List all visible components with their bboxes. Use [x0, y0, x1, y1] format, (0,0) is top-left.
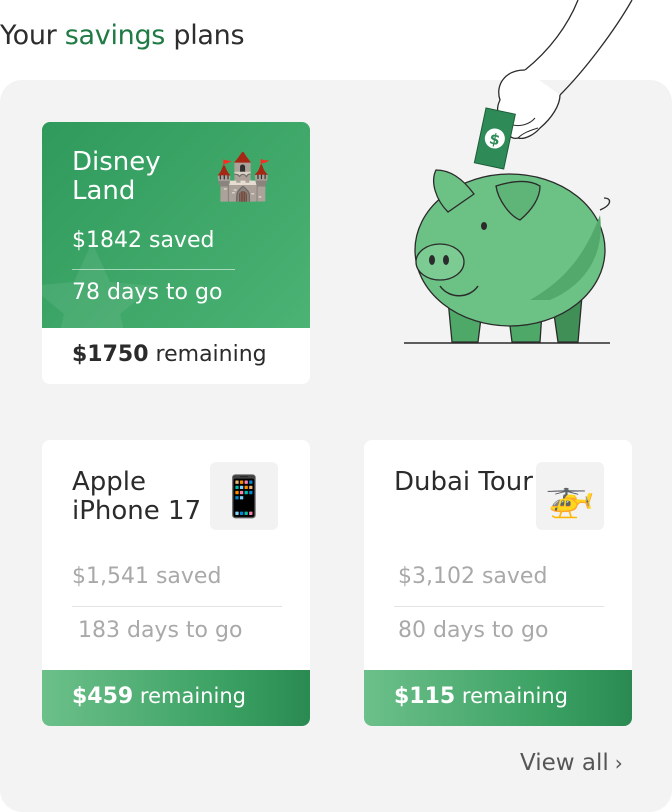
plan-title: Apple iPhone 17 — [72, 467, 202, 526]
divider — [394, 606, 604, 607]
plan-card-disney-land[interactable]: Disney Land 🏰 $1842 saved 78 days to go … — [42, 122, 310, 384]
plan-days-to-go: 78 days to go — [72, 280, 223, 305]
remaining-amount: $459 — [72, 684, 134, 709]
plan-days-to-go: 80 days to go — [398, 618, 549, 643]
plan-remaining: $459 remaining — [72, 684, 246, 709]
plan-title: Disney Land — [72, 147, 161, 206]
mobile-phone-icon: 📱 — [210, 462, 278, 530]
plan-remaining-bar: $459 remaining — [42, 670, 310, 726]
plan-title: Dubai Tour — [394, 467, 533, 497]
chevron-right-icon: › — [614, 751, 623, 775]
remaining-label: remaining — [155, 342, 267, 367]
remaining-amount: $115 — [394, 684, 456, 709]
page-title: Your savings plans — [0, 20, 245, 51]
piggy-bank-icon: $ — [404, 0, 633, 344]
title-prefix: Your — [0, 20, 57, 51]
plan-saved-amount: $1842 saved — [72, 228, 215, 253]
remaining-label: remaining — [139, 684, 246, 708]
helicopter-icon: 🚁 — [536, 462, 604, 530]
remaining-label: remaining — [461, 684, 568, 708]
view-all-label: View all — [520, 750, 609, 776]
plan-remaining: $1750 remaining — [72, 342, 267, 367]
castle-icon: 🏰 — [214, 149, 272, 203]
plan-remaining: $115 remaining — [394, 684, 568, 709]
divider — [72, 606, 282, 607]
remaining-amount: $1750 — [72, 342, 149, 367]
plan-card-header: Disney Land 🏰 $1842 saved 78 days to go — [42, 122, 310, 328]
plan-remaining-bar: $115 remaining — [364, 670, 632, 726]
divider — [72, 269, 235, 270]
plan-days-to-go: 183 days to go — [78, 618, 243, 643]
plan-card-dubai-tour[interactable]: Dubai Tour 🚁 $3,102 saved 80 days to go … — [364, 440, 632, 726]
plan-saved-amount: $1,541 saved — [72, 564, 222, 589]
title-suffix: plans — [173, 20, 245, 51]
title-accent: savings — [64, 20, 166, 51]
plan-saved-amount: $3,102 saved — [398, 564, 548, 589]
view-all-link[interactable]: View all › — [520, 750, 623, 776]
plan-card-apple-iphone-17[interactable]: Apple iPhone 17 📱 $1,541 saved 183 days … — [42, 440, 310, 726]
